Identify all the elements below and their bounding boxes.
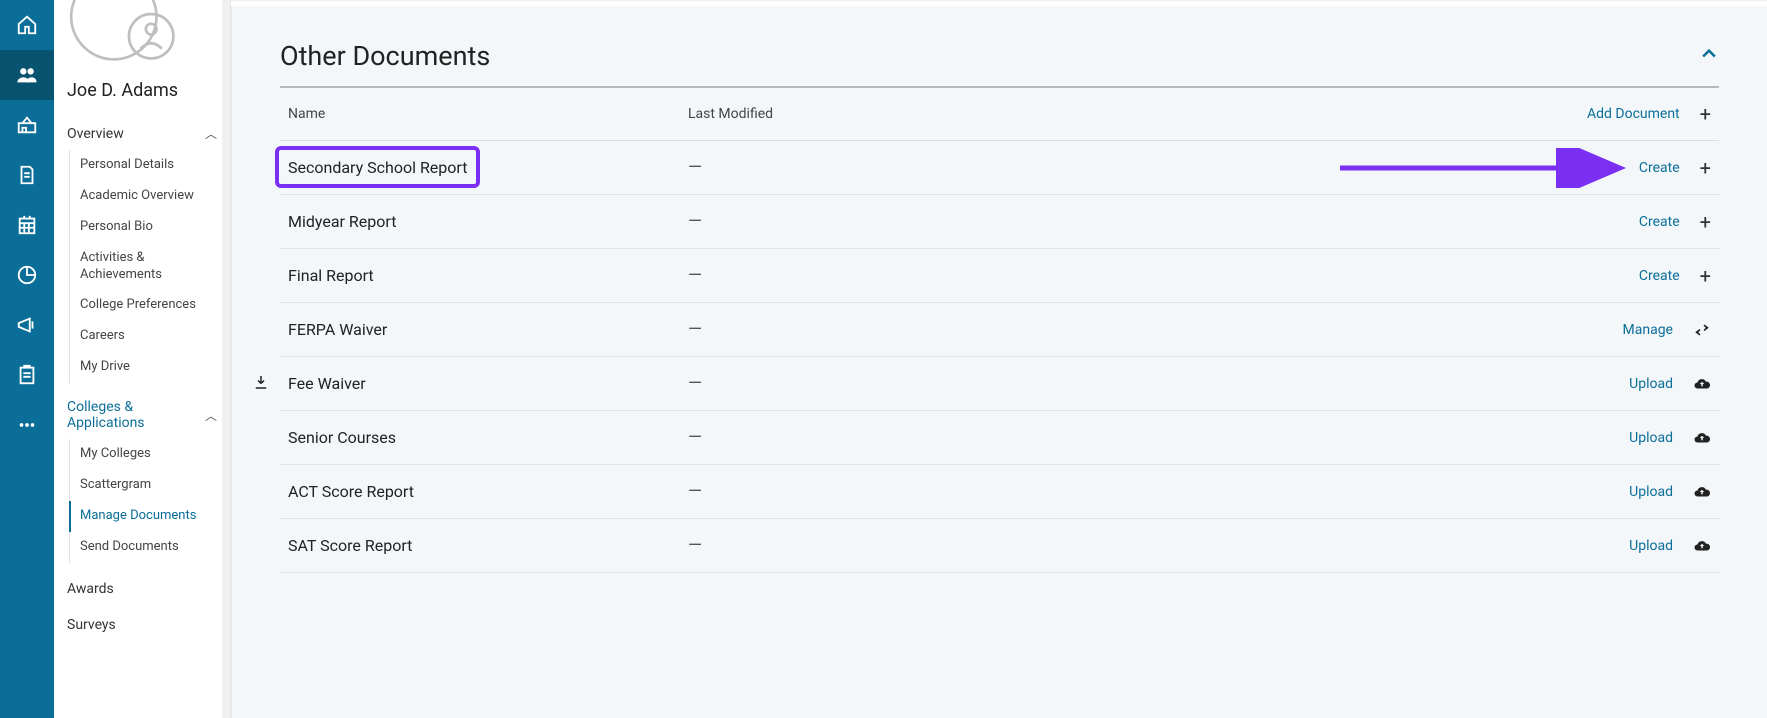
nav-header-colleges-label: Colleges & Applications xyxy=(67,399,205,431)
doc-modified: — xyxy=(688,427,1629,448)
nav-header-overview-label: Overview xyxy=(67,126,124,142)
plus-icon[interactable]: + xyxy=(1700,266,1711,286)
secondary-sidebar: Joe D. Adams Overview ︿ Personal Details… xyxy=(54,0,231,718)
table-row: Fee Waiver—Upload xyxy=(280,357,1719,411)
nav-group-colleges: Colleges & Applications ︿ My Colleges Sc… xyxy=(54,391,230,563)
column-header-name: Name xyxy=(288,106,688,122)
nav-item-scattergram[interactable]: Scattergram xyxy=(70,470,217,501)
doc-action-link[interactable]: Upload xyxy=(1629,484,1673,500)
doc-name: Senior Courses xyxy=(288,428,688,447)
column-header-modified: Last Modified xyxy=(688,106,1587,122)
plus-icon[interactable]: + xyxy=(1700,104,1711,124)
cloud-upload-icon[interactable] xyxy=(1693,429,1711,447)
cloud-upload-icon[interactable] xyxy=(1693,375,1711,393)
nav-item-activities[interactable]: Activities & Achievements xyxy=(70,243,217,291)
nav-item-personal-bio[interactable]: Personal Bio xyxy=(70,212,217,243)
nav-group-overview: Overview ︿ Personal Details Academic Ove… xyxy=(54,117,230,383)
doc-action-link[interactable]: Upload xyxy=(1629,430,1673,446)
nav-announce-icon[interactable] xyxy=(0,300,54,350)
table-row: Final Report—Create + xyxy=(280,249,1719,303)
nav-people-icon[interactable] xyxy=(0,50,54,100)
table-row: FERPA Waiver—Manage xyxy=(280,303,1719,357)
cloud-upload-icon[interactable] xyxy=(1693,537,1711,555)
nav-item-academic-overview[interactable]: Academic Overview xyxy=(70,181,217,212)
table-row: Midyear Report—Create + xyxy=(280,195,1719,249)
doc-action-link[interactable]: Upload xyxy=(1629,376,1673,392)
swap-icon[interactable] xyxy=(1693,321,1711,339)
section-title: Other Documents xyxy=(280,40,490,72)
nav-more-icon[interactable] xyxy=(0,400,54,450)
doc-action-link[interactable]: Create xyxy=(1639,268,1680,284)
doc-action-link[interactable]: Create xyxy=(1639,214,1680,230)
student-name: Joe D. Adams xyxy=(54,70,230,117)
doc-modified: — xyxy=(688,265,1639,286)
table-row: Senior Courses—Upload xyxy=(280,411,1719,465)
table-row: Secondary School Report—Create + xyxy=(280,141,1719,195)
nav-header-overview[interactable]: Overview ︿ xyxy=(67,117,217,150)
doc-modified: — xyxy=(688,211,1639,232)
nav-item-college-prefs[interactable]: College Preferences xyxy=(70,290,217,321)
nav-item-my-drive[interactable]: My Drive xyxy=(70,352,217,383)
doc-action-link[interactable]: Create xyxy=(1639,160,1680,176)
collapse-section-button[interactable] xyxy=(1699,44,1719,68)
nav-analytics-icon[interactable] xyxy=(0,250,54,300)
nav-item-awards[interactable]: Awards xyxy=(54,571,230,607)
nav-calendar-icon[interactable] xyxy=(0,200,54,250)
section-header: Other Documents xyxy=(280,40,1719,88)
doc-action-link[interactable]: Upload xyxy=(1629,538,1673,554)
doc-name: SAT Score Report xyxy=(288,536,688,555)
nav-item-surveys[interactable]: Surveys xyxy=(54,607,230,643)
plus-icon[interactable]: + xyxy=(1700,158,1711,178)
chevron-up-icon: ︿ xyxy=(205,407,217,424)
doc-modified: — xyxy=(688,535,1629,556)
nav-item-careers[interactable]: Careers xyxy=(70,321,217,352)
add-document-link[interactable]: Add Document xyxy=(1587,106,1680,122)
nav-school-icon[interactable] xyxy=(0,100,54,150)
content-panel: Other Documents Name Last Modified Add D… xyxy=(231,6,1767,718)
main-area: Roster Parents Scholarships Other Docume… xyxy=(231,0,1767,718)
nav-item-my-colleges[interactable]: My Colleges xyxy=(70,439,217,470)
chevron-up-icon: ︿ xyxy=(205,125,217,142)
doc-modified: — xyxy=(688,481,1629,502)
nav-clipboard-icon[interactable] xyxy=(0,350,54,400)
download-icon xyxy=(252,373,270,395)
nav-item-send-documents[interactable]: Send Documents xyxy=(70,532,217,563)
table-row: ACT Score Report—Upload xyxy=(280,465,1719,519)
cloud-upload-icon[interactable] xyxy=(1693,483,1711,501)
plus-icon[interactable]: + xyxy=(1700,212,1711,232)
nav-home-icon[interactable] xyxy=(0,0,54,50)
doc-name: Fee Waiver xyxy=(288,374,688,393)
doc-action-link[interactable]: Manage xyxy=(1623,322,1673,338)
doc-name: Final Report xyxy=(288,266,688,285)
nav-item-personal-details[interactable]: Personal Details xyxy=(70,150,217,181)
table-row: SAT Score Report—Upload xyxy=(280,519,1719,573)
doc-name: Midyear Report xyxy=(288,212,688,231)
nav-item-manage-documents[interactable]: Manage Documents xyxy=(69,501,217,532)
table-header-row: Name Last Modified Add Document + xyxy=(280,88,1719,141)
doc-modified: — xyxy=(688,157,1639,178)
doc-modified: — xyxy=(688,319,1623,340)
avatar xyxy=(54,0,230,70)
doc-modified: — xyxy=(688,373,1629,394)
doc-name: FERPA Waiver xyxy=(288,320,688,339)
sidebar-scrollbar[interactable] xyxy=(222,0,230,718)
doc-name: Secondary School Report xyxy=(288,158,688,177)
nav-header-colleges[interactable]: Colleges & Applications ︿ xyxy=(67,391,217,439)
primary-icon-sidebar xyxy=(0,0,54,718)
doc-name: ACT Score Report xyxy=(288,482,688,501)
nav-document-icon[interactable] xyxy=(0,150,54,200)
